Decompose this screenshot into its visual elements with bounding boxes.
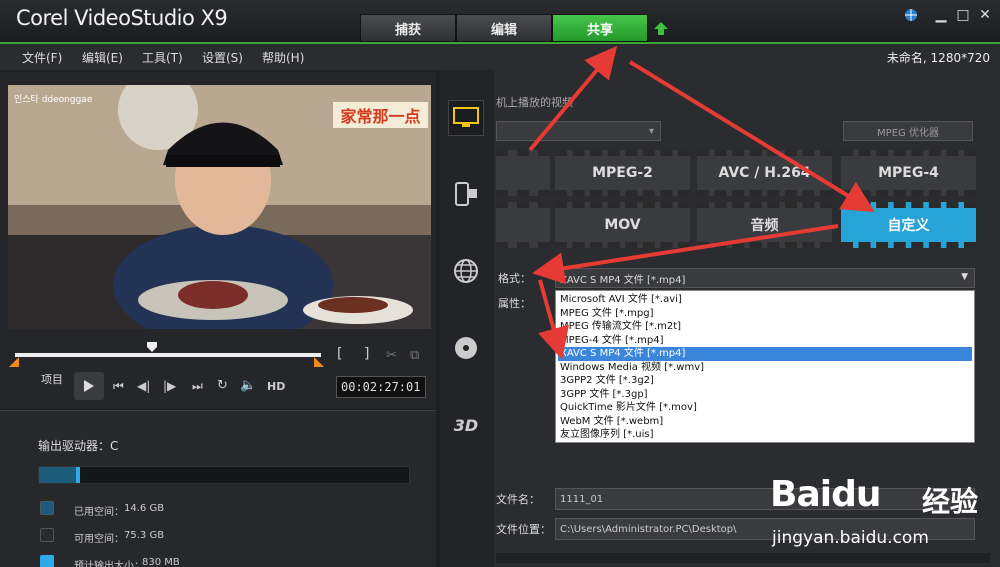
annotation-arrow bbox=[628, 60, 875, 213]
annotation-arrow bbox=[532, 224, 839, 285]
baidu-url: jingyan.baidu.com bbox=[772, 528, 929, 548]
baidu-logo-text: Baidu bbox=[770, 474, 881, 515]
annotation-arrow bbox=[528, 45, 618, 152]
annotation-arrow bbox=[538, 279, 569, 360]
baidu-logo-suffix: 经验 bbox=[922, 485, 979, 518]
baidu-jingyan-logo: Baidu 经验 jingyan.baidu.com bbox=[770, 464, 1000, 564]
